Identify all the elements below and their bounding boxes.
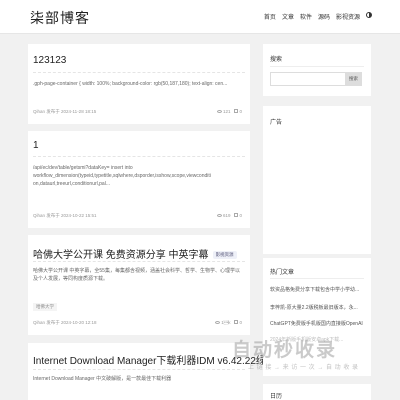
post-stats: 121 0	[216, 109, 242, 114]
post-excerpt: /api/ec/dev/table/getsmi?dataKey= insert…	[33, 165, 211, 187]
comments-count: 0	[234, 213, 242, 218]
post-stats: 1k 0	[215, 320, 242, 325]
comments-count: 0	[234, 109, 242, 114]
site-header: 柒部博客 首页 文章 软件 源码 影视资源	[0, 0, 400, 34]
hot-article-link[interactable]: 软资品格免费分享下载包含中学小学幼...	[270, 286, 364, 293]
search-button[interactable]: 搜索	[345, 72, 362, 86]
theme-toggle-icon[interactable]	[366, 12, 372, 18]
divider	[270, 278, 364, 279]
search-input[interactable]	[270, 72, 346, 86]
watermark-sub: 上 链 接 → 来 访 一 次 → 自 动 收 录	[248, 365, 359, 371]
divider	[270, 66, 364, 67]
views-count: 619	[216, 213, 230, 218]
nav-software[interactable]: 软件	[300, 12, 312, 21]
nav-movies[interactable]: 影视资源	[336, 12, 360, 21]
comments-count: 0	[234, 320, 242, 325]
category-badge[interactable]: 影视资源	[212, 251, 237, 260]
widget-title: 广告	[270, 120, 283, 126]
post-meta: Qihan 发布于 2024-10-20 12:18	[33, 320, 97, 325]
post-title[interactable]: 哈佛大学公开课 免费资源分享 中英字幕 影视资源	[33, 246, 237, 261]
search-widget: 搜索	[263, 44, 371, 96]
post-card[interactable]: 哈佛大学公开课 免费资源分享 中英字幕 影视资源 哈佛大学公开课 中英字幕，全55…	[28, 235, 250, 335]
post-meta: Qihan 发布于 2024-11-28 18:15	[33, 109, 97, 114]
post-card[interactable]: 123123 .gph-page-container { width: 100%…	[28, 44, 250, 124]
post-tag[interactable]: 哈佛大学	[33, 303, 57, 311]
divider	[33, 156, 245, 157]
eye-icon	[216, 110, 222, 113]
main-nav: 首页 文章 软件 源码 影视资源	[264, 12, 372, 21]
hot-article-link[interactable]: ChatGPT免费版手机版国内直接版OpenAI	[270, 320, 364, 327]
eye-icon	[215, 321, 221, 324]
views-count: 121	[216, 109, 230, 114]
divider	[33, 369, 245, 370]
site-logo[interactable]: 柒部博客	[30, 8, 90, 28]
divider	[33, 261, 245, 262]
hot-article-link[interactable]: 李梓凯-原大量2.2版税板最旧版本，永...	[270, 304, 364, 311]
watermark-main: 自动秒收录	[232, 340, 338, 361]
post-stats: 619 0	[216, 213, 242, 218]
ad-widget: 广告	[263, 106, 371, 254]
widget-title: 日历	[270, 394, 283, 400]
post-excerpt: Internet Download Manager 中文破解版，是一款最佳下载利…	[33, 376, 172, 382]
post-excerpt: 哈佛大学公开课 中英字幕，全55集，每集都含视频，涵盖社会科学、哲学、生物学、心…	[33, 268, 240, 282]
post-title[interactable]: 123123	[33, 55, 66, 66]
post-excerpt: .gph-page-container { width: 100%; backg…	[33, 81, 228, 87]
widget-title: 热门文章	[270, 270, 295, 276]
views-count: 1k	[215, 320, 230, 325]
post-title[interactable]: 1	[33, 140, 39, 151]
nav-home[interactable]: 首页	[264, 12, 276, 21]
post-card[interactable]: 1 /api/ec/dev/table/getsmi?dataKey= inse…	[28, 131, 250, 228]
eye-icon	[216, 214, 222, 217]
post-meta: Qihan 发布于 2024-10-22 15:51	[33, 213, 97, 218]
post-card[interactable]: Internet Download Manager下载利器IDM v6.42.2…	[28, 343, 286, 400]
divider	[33, 72, 245, 73]
comment-icon	[234, 213, 239, 217]
calendar-widget: 日历	[263, 384, 371, 400]
comment-icon	[234, 320, 239, 324]
watermark: 自动秒收录 上 链 接 → 来 访 一 次 → 自 动 收 录	[232, 335, 400, 380]
comment-icon	[234, 109, 239, 113]
nav-articles[interactable]: 文章	[282, 12, 294, 21]
nav-source[interactable]: 源码	[318, 12, 330, 21]
widget-title: 搜索	[270, 57, 283, 63]
